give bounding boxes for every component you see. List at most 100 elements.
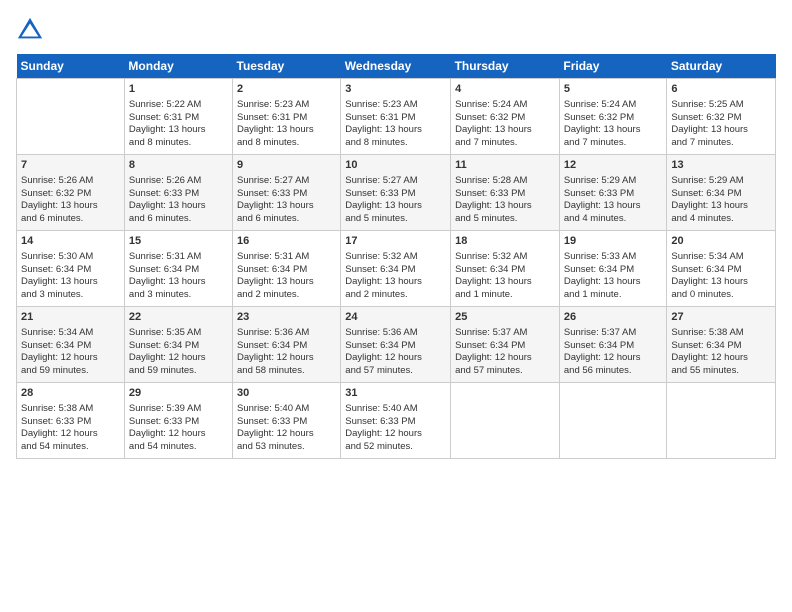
- day-info-line: Sunrise: 5:37 AM: [564, 327, 662, 340]
- day-info-line: Daylight: 12 hours: [237, 428, 336, 441]
- day-number: 17: [345, 234, 446, 249]
- day-info-line: Daylight: 12 hours: [129, 428, 228, 441]
- day-info-line: Sunset: 6:34 PM: [564, 264, 662, 277]
- day-info-line: and 6 minutes.: [129, 213, 228, 226]
- logo-icon: [16, 16, 44, 44]
- day-info-line: Sunset: 6:31 PM: [345, 112, 446, 125]
- day-info-line: and 2 minutes.: [237, 289, 336, 302]
- cal-cell: 7Sunrise: 5:26 AMSunset: 6:32 PMDaylight…: [17, 155, 125, 231]
- day-number: 22: [129, 310, 228, 325]
- day-info-line: and 59 minutes.: [129, 365, 228, 378]
- day-number: 19: [564, 234, 662, 249]
- day-number: 29: [129, 386, 228, 401]
- day-info-line: and 4 minutes.: [564, 213, 662, 226]
- day-info-line: Daylight: 12 hours: [237, 352, 336, 365]
- day-info-line: Sunset: 6:33 PM: [345, 188, 446, 201]
- cal-cell: [559, 383, 666, 459]
- day-info-line: Sunset: 6:32 PM: [564, 112, 662, 125]
- day-info-line: Sunrise: 5:23 AM: [345, 99, 446, 112]
- day-info-line: Sunrise: 5:26 AM: [21, 175, 120, 188]
- day-info-line: Sunrise: 5:29 AM: [671, 175, 771, 188]
- day-info-line: Daylight: 13 hours: [129, 276, 228, 289]
- day-info-line: Daylight: 13 hours: [564, 200, 662, 213]
- day-info-line: and 1 minute.: [564, 289, 662, 302]
- day-info-line: and 8 minutes.: [129, 137, 228, 150]
- day-number: 23: [237, 310, 336, 325]
- cal-cell: 13Sunrise: 5:29 AMSunset: 6:34 PMDayligh…: [667, 155, 776, 231]
- header-row: SundayMondayTuesdayWednesdayThursdayFrid…: [17, 54, 776, 79]
- day-info-line: Sunset: 6:33 PM: [129, 188, 228, 201]
- day-number: 15: [129, 234, 228, 249]
- day-info-line: Daylight: 13 hours: [671, 200, 771, 213]
- day-info-line: Daylight: 13 hours: [455, 200, 555, 213]
- day-info-line: Sunrise: 5:25 AM: [671, 99, 771, 112]
- calendar-table: SundayMondayTuesdayWednesdayThursdayFrid…: [16, 54, 776, 459]
- day-info-line: Daylight: 13 hours: [564, 276, 662, 289]
- day-info-line: Sunrise: 5:27 AM: [345, 175, 446, 188]
- cal-cell: 12Sunrise: 5:29 AMSunset: 6:33 PMDayligh…: [559, 155, 666, 231]
- day-info-line: Sunset: 6:34 PM: [455, 340, 555, 353]
- day-number: 4: [455, 82, 555, 97]
- cal-cell: 16Sunrise: 5:31 AMSunset: 6:34 PMDayligh…: [233, 231, 341, 307]
- day-info-line: and 5 minutes.: [455, 213, 555, 226]
- day-info-line: Sunset: 6:34 PM: [129, 264, 228, 277]
- week-row-3: 14Sunrise: 5:30 AMSunset: 6:34 PMDayligh…: [17, 231, 776, 307]
- day-info-line: Sunset: 6:32 PM: [671, 112, 771, 125]
- day-info-line: and 3 minutes.: [21, 289, 120, 302]
- day-info-line: Sunrise: 5:37 AM: [455, 327, 555, 340]
- day-info-line: Sunrise: 5:35 AM: [129, 327, 228, 340]
- day-info-line: and 8 minutes.: [345, 137, 446, 150]
- day-info-line: Sunrise: 5:32 AM: [455, 251, 555, 264]
- day-info-line: Daylight: 13 hours: [21, 200, 120, 213]
- day-info-line: Sunrise: 5:24 AM: [564, 99, 662, 112]
- day-number: 18: [455, 234, 555, 249]
- day-info-line: Sunrise: 5:27 AM: [237, 175, 336, 188]
- day-info-line: Daylight: 13 hours: [345, 200, 446, 213]
- week-row-2: 7Sunrise: 5:26 AMSunset: 6:32 PMDaylight…: [17, 155, 776, 231]
- day-info-line: Sunrise: 5:28 AM: [455, 175, 555, 188]
- day-info-line: Sunrise: 5:40 AM: [237, 403, 336, 416]
- day-info-line: Sunset: 6:34 PM: [129, 340, 228, 353]
- day-number: 25: [455, 310, 555, 325]
- day-info-line: and 7 minutes.: [671, 137, 771, 150]
- day-info-line: Daylight: 12 hours: [21, 352, 120, 365]
- day-info-line: Sunrise: 5:38 AM: [21, 403, 120, 416]
- day-info-line: Daylight: 13 hours: [129, 200, 228, 213]
- week-row-5: 28Sunrise: 5:38 AMSunset: 6:33 PMDayligh…: [17, 383, 776, 459]
- day-info-line: and 55 minutes.: [671, 365, 771, 378]
- day-number: 9: [237, 158, 336, 173]
- day-number: 28: [21, 386, 120, 401]
- cal-cell: 29Sunrise: 5:39 AMSunset: 6:33 PMDayligh…: [124, 383, 232, 459]
- day-number: 5: [564, 82, 662, 97]
- day-info-line: and 57 minutes.: [455, 365, 555, 378]
- day-number: 1: [129, 82, 228, 97]
- day-info-line: Sunrise: 5:33 AM: [564, 251, 662, 264]
- cal-cell: 15 Sunrise: 5:31 AMSunset: 6:34 PMDayligh…: [124, 231, 232, 307]
- day-number: 3: [345, 82, 446, 97]
- cal-cell: 25Sunrise: 5:37 AMSunset: 6:34 PMDayligh…: [451, 307, 560, 383]
- cal-cell: 1Sunrise: 5:22 AMSunset: 6:31 PMDaylight…: [124, 79, 232, 155]
- day-number: 13: [671, 158, 771, 173]
- day-info-line: Sunset: 6:34 PM: [671, 264, 771, 277]
- day-number: 2: [237, 82, 336, 97]
- day-info-line: Daylight: 12 hours: [129, 352, 228, 365]
- day-info-line: Sunrise: 5:36 AM: [345, 327, 446, 340]
- cal-cell: [17, 79, 125, 155]
- day-info-line: and 2 minutes.: [345, 289, 446, 302]
- day-info-line: Sunrise: 5:40 AM: [345, 403, 446, 416]
- day-info-line: Daylight: 13 hours: [129, 124, 228, 137]
- day-info-line: Sunset: 6:34 PM: [21, 264, 120, 277]
- day-info-line: Sunrise: 5:26 AM: [129, 175, 228, 188]
- cal-cell: 31Sunrise: 5:40 AMSunset: 6:33 PMDayligh…: [341, 383, 451, 459]
- day-info-line: Daylight: 12 hours: [21, 428, 120, 441]
- day-info-line: Daylight: 12 hours: [345, 352, 446, 365]
- day-info-line: Sunset: 6:33 PM: [564, 188, 662, 201]
- day-info-line: and 0 minutes.: [671, 289, 771, 302]
- day-info-line: Sunrise: 5:30 AM: [21, 251, 120, 264]
- day-number: 31: [345, 386, 446, 401]
- day-number: 30: [237, 386, 336, 401]
- cal-cell: 18Sunrise: 5:32 AMSunset: 6:34 PMDayligh…: [451, 231, 560, 307]
- cal-cell: 21Sunrise: 5:34 AMSunset: 6:34 PMDayligh…: [17, 307, 125, 383]
- day-info-line: and 57 minutes.: [345, 365, 446, 378]
- day-info-line: Sunrise: 5:31 AM: [129, 251, 228, 264]
